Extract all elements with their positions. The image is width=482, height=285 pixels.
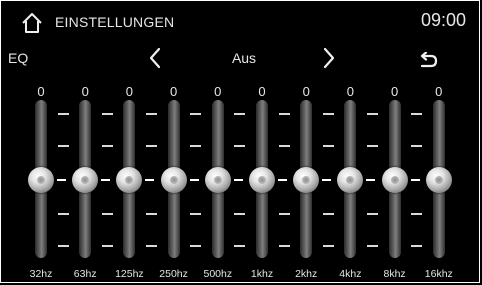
scale-tick	[190, 245, 202, 247]
scale-tick	[322, 245, 334, 247]
zero-line-dash	[189, 179, 199, 181]
eq-band: 0 125hz	[107, 0, 151, 285]
zero-line-dash	[101, 179, 111, 181]
band-frequency-label: 16khz	[424, 268, 453, 280]
scale-tick	[101, 145, 113, 147]
eq-band: 0 4khz	[328, 0, 372, 285]
scale-tick	[234, 113, 246, 115]
band-slider-knob[interactable]	[337, 167, 364, 193]
band-slider-knob[interactable]	[72, 167, 99, 193]
eq-band: 0 32hz	[19, 0, 63, 285]
scale-tick	[278, 213, 290, 215]
scale-tick	[278, 113, 290, 115]
band-slider-knob[interactable]	[28, 167, 54, 193]
eq-band: 0 1khz	[240, 0, 284, 285]
scale-tick	[411, 213, 423, 215]
eq-band: 0 63hz	[63, 0, 107, 285]
zero-line-dash	[410, 179, 420, 181]
band-value: 0	[125, 84, 133, 99]
scale-tick	[234, 213, 246, 215]
band-value: 0	[346, 84, 354, 99]
scale-tick	[190, 145, 202, 147]
scale-tick	[57, 113, 69, 115]
band-value: 0	[169, 84, 178, 99]
band-value: 0	[37, 84, 45, 99]
zero-line-dash	[145, 179, 155, 181]
band-value: 0	[258, 84, 266, 99]
band-value: 0	[302, 84, 310, 99]
scale-tick	[190, 213, 202, 215]
scale-tick	[146, 245, 157, 247]
band-slider-knob[interactable]	[425, 167, 452, 193]
scale-tick	[322, 145, 334, 147]
scale-tick	[411, 245, 423, 247]
zero-line-dash	[278, 179, 287, 181]
scale-tick	[411, 113, 423, 115]
scale-tick	[234, 245, 246, 247]
scale-tick	[57, 245, 69, 247]
scale-tick	[146, 113, 157, 115]
scale-tick	[278, 245, 290, 247]
zero-line-dash	[322, 179, 332, 181]
zero-line-dash	[366, 179, 376, 181]
scale-tick	[101, 213, 113, 215]
band-slider-knob[interactable]	[249, 167, 275, 193]
band-value: 0	[435, 84, 443, 99]
scale-tick	[367, 213, 378, 215]
band-slider-knob[interactable]	[116, 167, 143, 193]
band-value: 0	[214, 84, 222, 99]
scale-tick	[322, 113, 334, 115]
eq-band: 0 16khz	[417, 0, 461, 285]
eq-settings-screen: EINSTELLUNGEN 09:00 EQ Aus 0 32hz 0 63hz 0 12…	[0, 0, 482, 285]
scale-tick	[367, 145, 378, 147]
scale-tick	[411, 145, 423, 147]
zero-line-dash	[57, 179, 66, 181]
eq-band: 0 2khz	[284, 0, 328, 285]
band-slider-knob[interactable]	[160, 167, 187, 193]
scale-tick	[190, 113, 202, 115]
scale-tick	[146, 213, 157, 215]
scale-tick	[367, 113, 378, 115]
scale-tick	[278, 145, 290, 147]
band-value: 0	[81, 84, 89, 99]
band-slider-knob[interactable]	[204, 167, 231, 193]
scale-tick	[367, 245, 378, 247]
zero-line-dash	[233, 179, 243, 181]
scale-tick	[57, 213, 69, 215]
band-slider-knob[interactable]	[381, 167, 408, 193]
scale-tick	[101, 113, 113, 115]
eq-band: 0 250hz	[152, 0, 196, 285]
scale-tick	[57, 145, 69, 147]
eq-band: 0 500hz	[196, 0, 240, 285]
band-value: 0	[390, 84, 399, 99]
scale-tick	[146, 145, 157, 147]
scale-tick	[322, 213, 334, 215]
band-slider-knob[interactable]	[293, 167, 320, 193]
scale-tick	[101, 245, 113, 247]
scale-tick	[234, 145, 246, 147]
eq-band: 0 8khz	[373, 0, 417, 285]
